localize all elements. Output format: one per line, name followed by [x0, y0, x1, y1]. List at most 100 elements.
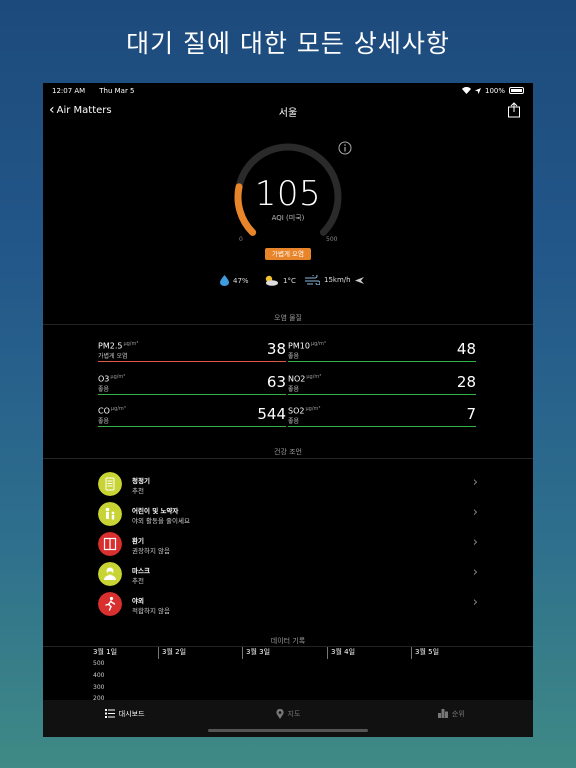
- family-icon: [98, 502, 122, 526]
- pollutant-bar: [288, 394, 476, 395]
- pollutant-name: CO: [98, 406, 110, 416]
- pollutant-unit: μg/m³: [306, 374, 322, 380]
- wifi-icon: [461, 87, 471, 94]
- pollutant-co[interactable]: COμg/m³ 좋음 544: [98, 405, 286, 435]
- advice-title: 청정기: [132, 477, 150, 485]
- pollutant-unit: μg/m³: [123, 341, 139, 347]
- device-screen: 12:07 AM Thu Mar 5 100% ‹ Air Matters 서울…: [43, 83, 533, 737]
- battery-icon: [509, 87, 524, 94]
- share-icon[interactable]: [507, 102, 521, 118]
- pollutants-title: 오염 물질: [274, 314, 302, 322]
- pollutant-no2[interactable]: NO2μg/m³ 좋음 28: [288, 373, 476, 403]
- advice-subtitle: 권장하지 않음: [132, 547, 170, 555]
- pollutant-bar: [288, 361, 476, 362]
- chevron-right-icon: ›: [472, 505, 478, 520]
- window-icon: [98, 532, 122, 556]
- running-icon: [98, 592, 122, 616]
- pollutant-status: 좋음: [98, 386, 110, 393]
- advice-mask[interactable]: 마스크 추천 ›: [98, 562, 478, 588]
- temperature-item: 1°C: [263, 275, 296, 286]
- pollutant-name: PM2.5: [98, 341, 123, 351]
- history-date: 3월 1일: [93, 648, 118, 656]
- pollutant-status: 좋음: [288, 353, 300, 360]
- list-icon: [104, 709, 115, 718]
- pollutant-bar: [98, 426, 286, 427]
- air-purifier-icon: [98, 472, 122, 496]
- chevron-right-icon: ›: [472, 565, 478, 580]
- tab-label: 지도: [287, 709, 301, 718]
- pollutant-so2[interactable]: SO2μg/m³ 좋음 7: [288, 405, 476, 435]
- divider: [43, 324, 533, 325]
- pollutant-pm10[interactable]: PM10μg/m³ 좋음 48: [288, 340, 476, 370]
- aqi-unit-label: AQI (미국): [271, 214, 305, 222]
- aqi-level-badge: 가볍게 오염: [265, 248, 311, 260]
- tab-label: 대시보드: [118, 709, 145, 718]
- history-date: 3월 4일: [327, 647, 355, 659]
- advice-air-purifier[interactable]: 청정기 추천 ›: [98, 472, 478, 498]
- pollutant-bar: [98, 361, 286, 362]
- pollutant-unit: μg/m³: [310, 341, 326, 347]
- droplet-icon: [220, 275, 229, 286]
- map-pin-icon: [275, 708, 284, 719]
- history-y-label: 300: [93, 684, 105, 691]
- divider: [43, 458, 533, 459]
- pollutant-unit: μg/m³: [110, 406, 126, 412]
- page-title: 서울: [278, 108, 298, 119]
- tab-label: 순위: [451, 709, 465, 718]
- mask-icon: [98, 562, 122, 586]
- info-icon[interactable]: [338, 141, 352, 155]
- chevron-right-icon: ›: [472, 595, 478, 610]
- pollutant-name: SO2: [288, 406, 305, 416]
- pollutant-value: 48: [456, 340, 476, 358]
- battery-percent: 100%: [484, 86, 505, 95]
- nav-bar: ‹ Air Matters 서울: [43, 101, 533, 123]
- pollutant-value: 63: [266, 373, 286, 391]
- gauge-min-label: 0: [239, 236, 243, 243]
- location-arrow-icon: [474, 87, 481, 94]
- history-date-row: 3월 1일 3월 2일 3월 3일 3월 4일 3월 5일: [43, 647, 533, 659]
- chevron-right-icon: ›: [472, 475, 478, 490]
- pollutant-o3[interactable]: O3μg/m³ 좋음 63: [98, 373, 286, 403]
- advice-subtitle: 추천: [132, 577, 144, 585]
- history-title: 데이터 기록: [270, 637, 306, 645]
- advice-title: 야외: [132, 597, 144, 605]
- history-y-label: 500: [93, 660, 105, 667]
- advice-subtitle: 추천: [132, 487, 144, 495]
- history-date: 3월 2일: [158, 647, 186, 659]
- status-time: 12:07 AM: [52, 86, 86, 95]
- pollutant-bar: [98, 394, 286, 395]
- partly-cloudy-icon: [265, 275, 278, 286]
- advice-subtitle: 야외 활동을 줄이세요: [132, 517, 190, 525]
- gauge-max-label: 500: [326, 236, 338, 243]
- pollutant-value: 28: [456, 373, 476, 391]
- history-y-label: 400: [93, 672, 105, 679]
- advice-subtitle: 적합하지 않음: [132, 607, 170, 615]
- advice-title: 마스크: [132, 567, 150, 575]
- wind-item: 15km/h: [305, 275, 364, 285]
- health-title: 건강 조언: [274, 448, 302, 456]
- pollutant-name: PM10: [288, 341, 310, 351]
- history-date: 3월 5일: [411, 647, 439, 659]
- pollutant-value: 7: [466, 405, 476, 423]
- humidity-value: 47%: [233, 276, 249, 285]
- pollutant-name: O3: [98, 374, 110, 384]
- status-bar: 12:07 AM Thu Mar 5 100%: [43, 83, 533, 98]
- advice-title: 환기: [132, 537, 144, 545]
- pollutant-status: 좋음: [288, 386, 300, 393]
- aqi-value: 105: [254, 174, 322, 214]
- status-date: Thu Mar 5: [99, 86, 135, 95]
- advice-ventilation[interactable]: 환기 권장하지 않음 ›: [98, 532, 478, 558]
- pollutant-unit: μg/m³: [110, 374, 126, 380]
- pollutant-pm25[interactable]: PM2.5μg/m³ 가볍게 오염 38: [98, 340, 286, 370]
- tab-ranking[interactable]: 순위: [370, 700, 533, 737]
- wind-icon: [305, 275, 320, 285]
- home-indicator[interactable]: [208, 729, 368, 732]
- ranking-icon: [437, 709, 448, 718]
- pollutant-status: 가볍게 오염: [98, 353, 128, 360]
- tab-dashboard[interactable]: 대시보드: [43, 700, 206, 737]
- chevron-right-icon: ›: [472, 535, 478, 550]
- advice-outdoor[interactable]: 야외 적합하지 않음 ›: [98, 592, 478, 618]
- pollutant-value: 38: [266, 340, 286, 358]
- pollutant-name: NO2: [288, 374, 306, 384]
- advice-children-elderly[interactable]: 어린이 및 노약자 야외 활동을 줄이세요 ›: [98, 502, 478, 528]
